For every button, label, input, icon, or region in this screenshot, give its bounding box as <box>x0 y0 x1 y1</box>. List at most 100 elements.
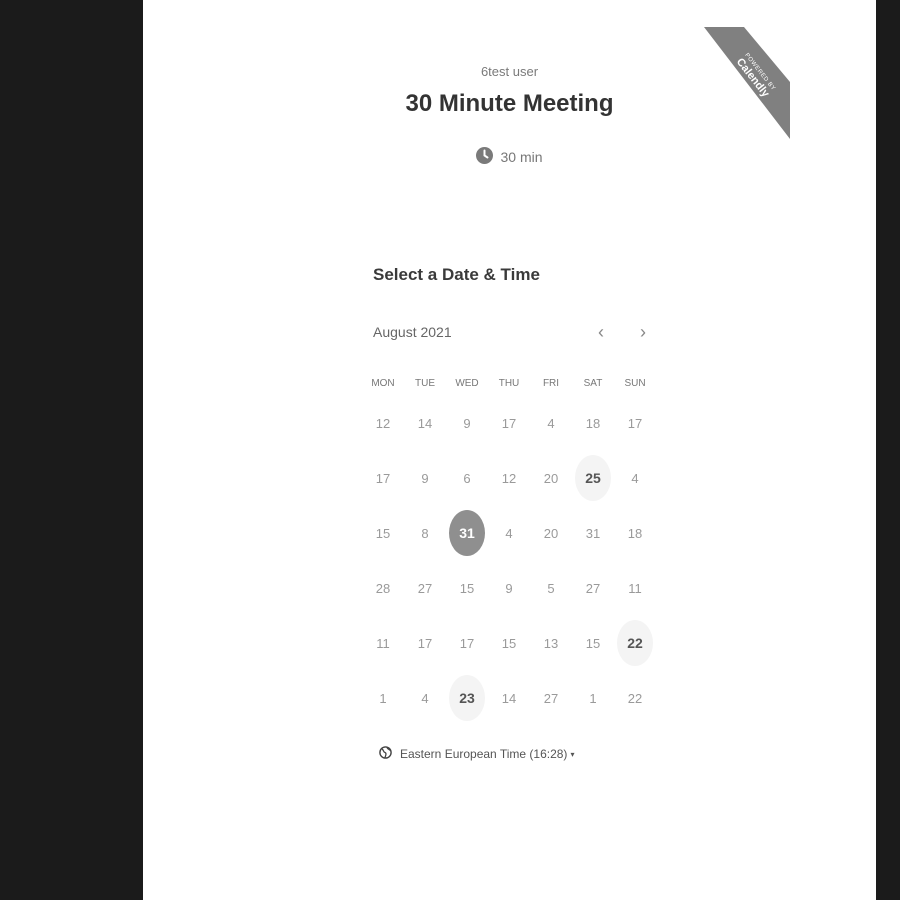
calendar-day: 17 <box>488 395 530 450</box>
timezone-label: Eastern European Time (16:28) <box>400 747 568 761</box>
day-number: 20 <box>543 470 559 486</box>
calendar-day-available[interactable]: 23 <box>446 670 488 725</box>
calendar-day: 4 <box>488 505 530 560</box>
calendar-day: 11 <box>614 560 656 615</box>
day-number: 17 <box>627 415 643 431</box>
calendar-day: 17 <box>614 395 656 450</box>
section-title: Select a Date & Time <box>373 265 540 284</box>
day-number: 22 <box>617 620 653 666</box>
calendar-day: 14 <box>488 670 530 725</box>
day-number: 28 <box>375 580 391 596</box>
day-number: 15 <box>459 580 475 596</box>
day-number: 9 <box>505 580 513 596</box>
calendar-day: 28 <box>362 560 404 615</box>
day-number: 13 <box>543 635 559 651</box>
day-number: 5 <box>547 580 555 596</box>
day-number: 11 <box>376 635 390 651</box>
globe-icon <box>379 746 392 762</box>
calendar-day: 1 <box>362 670 404 725</box>
calendar-day: 18 <box>572 395 614 450</box>
scheduling-card: 6test user 30 Minute Meeting 30 min POWE… <box>143 0 876 900</box>
calendar-day: 13 <box>530 615 572 670</box>
timezone-selector[interactable]: Eastern European Time (16:28) ▾ <box>379 746 574 762</box>
calendar-day: 20 <box>530 450 572 505</box>
day-number: 20 <box>543 525 559 541</box>
calendar-day: 15 <box>488 615 530 670</box>
day-number: 1 <box>379 690 387 706</box>
day-number: 25 <box>575 455 611 501</box>
day-number: 15 <box>375 525 391 541</box>
calendar-day: 6 <box>446 450 488 505</box>
day-number: 9 <box>421 470 429 486</box>
calendar-day-selected[interactable]: 31 <box>446 505 488 560</box>
calendar-day: 1 <box>572 670 614 725</box>
calendar-day: 27 <box>530 670 572 725</box>
weekday-label: MON <box>371 378 395 389</box>
powered-by-calendly-ribbon[interactable]: POWERED BY Calendly <box>704 27 790 139</box>
calendar-day: 18 <box>614 505 656 560</box>
day-number: 23 <box>449 675 485 721</box>
weekday-label: SUN <box>624 378 646 389</box>
calendar-day: 15 <box>572 615 614 670</box>
weekday-label: WED <box>455 378 479 389</box>
weekday-label: FRI <box>542 378 560 389</box>
next-month-button[interactable]: › <box>631 319 655 345</box>
day-number: 22 <box>627 690 643 706</box>
day-number: 4 <box>547 415 555 431</box>
day-number: 27 <box>585 580 601 596</box>
day-number: 15 <box>501 635 517 651</box>
calendar-day: 17 <box>404 615 446 670</box>
calendar-day: 5 <box>530 560 572 615</box>
duration-label: 30 min <box>500 149 543 165</box>
day-number: 6 <box>463 470 471 486</box>
day-number: 4 <box>505 525 513 541</box>
calendar-day: 9 <box>446 395 488 450</box>
day-number: 4 <box>421 690 429 706</box>
calendar-day: 15 <box>446 560 488 615</box>
calendar-day: 4 <box>404 670 446 725</box>
calendar-day: 27 <box>572 560 614 615</box>
day-number: 18 <box>585 415 601 431</box>
day-number: 31 <box>585 525 601 541</box>
day-number: 1 <box>589 690 597 706</box>
day-number: 14 <box>501 690 517 706</box>
calendar-day: 14 <box>404 395 446 450</box>
day-number: 18 <box>627 525 643 541</box>
calendar-day: 27 <box>404 560 446 615</box>
prev-month-button[interactable]: ‹ <box>589 319 613 345</box>
calendar-day: 22 <box>614 670 656 725</box>
day-number: 8 <box>421 525 429 541</box>
calendar-day: 12 <box>488 450 530 505</box>
day-number: 12 <box>375 415 391 431</box>
event-duration: 30 min <box>143 147 876 167</box>
day-number: 27 <box>543 690 559 706</box>
day-number: 9 <box>463 415 471 431</box>
calendar-day: 12 <box>362 395 404 450</box>
day-number: 12 <box>501 470 517 486</box>
calendar-day: 4 <box>530 395 572 450</box>
day-number: 31 <box>449 510 485 556</box>
weekday-label: SAT <box>583 378 603 389</box>
calendar-day: 31 <box>572 505 614 560</box>
weekday-label: THU <box>498 378 520 389</box>
calendar-day-available[interactable]: 25 <box>572 450 614 505</box>
calendar-day: 17 <box>446 615 488 670</box>
calendar-day: 4 <box>614 450 656 505</box>
day-number: 17 <box>417 635 433 651</box>
calendar-day: 8 <box>404 505 446 560</box>
day-number: 11 <box>628 580 642 596</box>
calendar-day-available[interactable]: 22 <box>614 615 656 670</box>
day-number: 15 <box>585 635 601 651</box>
day-number: 17 <box>501 415 517 431</box>
month-label: August 2021 <box>373 324 452 340</box>
day-number: 4 <box>631 470 639 486</box>
day-number: 17 <box>375 470 391 486</box>
caret-down-icon: ▾ <box>570 749 575 759</box>
day-number: 27 <box>417 580 433 596</box>
clock-icon <box>476 147 494 167</box>
day-number: 17 <box>459 635 475 651</box>
calendar-day: 9 <box>404 450 446 505</box>
calendar-day: 20 <box>530 505 572 560</box>
day-number: 14 <box>417 415 433 431</box>
calendar-day: 15 <box>362 505 404 560</box>
